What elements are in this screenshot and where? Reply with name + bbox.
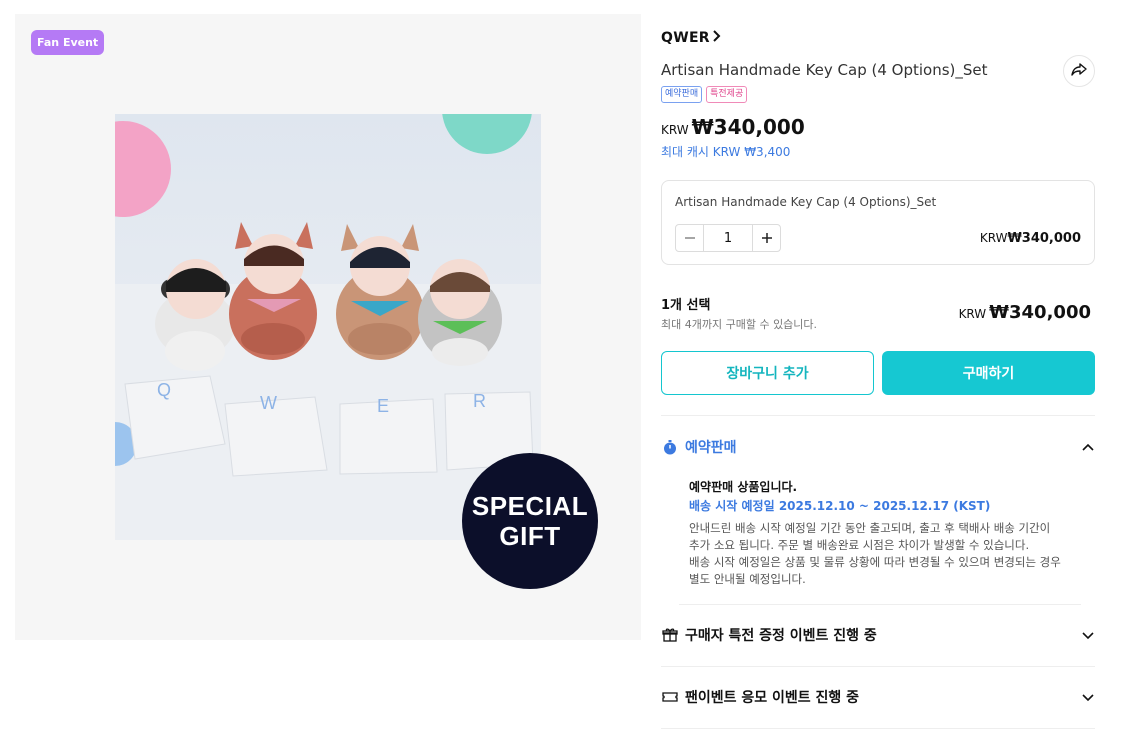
product-title: Artisan Handmade Key Cap (4 Options)_Set bbox=[661, 61, 988, 79]
preorder-desc-line: 배송 시작 예정일은 상품 및 물류 상황에 따라 변경될 수 있으며 변경되는… bbox=[689, 555, 1061, 569]
accordion-preorder-label: 예약판매 bbox=[685, 440, 737, 456]
divider bbox=[661, 728, 1095, 729]
ticket-icon bbox=[661, 688, 679, 706]
preorder-details: 예약판매 상품입니다. 배송 시작 예정일 2025.12.10 ~ 2025.… bbox=[689, 478, 1089, 588]
accordion-preorder-header[interactable]: 예약판매 bbox=[661, 436, 1095, 458]
preorder-ship-date: 배송 시작 예정일 2025.12.10 ~ 2025.12.17 (KST) bbox=[689, 499, 991, 513]
accordion-fan-event-header[interactable]: 팬이벤트 응모 이벤트 진행 중 bbox=[661, 686, 1095, 708]
gift-badge-line1: SPECIAL bbox=[471, 491, 589, 521]
tag-benefit: 특전제공 bbox=[706, 86, 748, 103]
accordion-fan-event-label: 팬이벤트 응모 이벤트 진행 중 bbox=[685, 690, 860, 706]
share-icon bbox=[1071, 61, 1087, 81]
selected-option-box: Artisan Handmade Key Cap (4 Options)_Set… bbox=[661, 180, 1095, 265]
decrease-button[interactable] bbox=[676, 225, 703, 251]
total-amount: ₩340,000 bbox=[989, 302, 1091, 323]
purchase-limit: 최대 4개까지 구매할 수 있습니다. bbox=[661, 318, 818, 331]
quantity-stepper: 1 bbox=[675, 224, 781, 252]
keycap-e-label: E bbox=[377, 396, 389, 416]
minus-icon bbox=[684, 228, 696, 249]
add-to-cart-button[interactable]: 장바구니 추가 bbox=[661, 351, 874, 395]
chevron-right-icon bbox=[712, 30, 721, 46]
tag-preorder: 예약판매 bbox=[661, 86, 703, 103]
preorder-title: 예약판매 상품입니다. bbox=[689, 480, 798, 494]
divider bbox=[679, 604, 1081, 605]
preorder-desc-line: 추가 소요 됩니다. 주문 별 배송완료 시점은 차이가 발생할 수 있습니다. bbox=[689, 538, 1030, 552]
price-amount: ₩340,000 bbox=[691, 115, 805, 139]
figure-tan-cat bbox=[336, 224, 424, 360]
total-price: KRW ₩340,000 bbox=[959, 302, 1091, 323]
accordion-gift-label: 구매자 특전 증정 이벤트 진행 중 bbox=[685, 628, 877, 644]
preorder-desc-line: 별도 안내될 예정입니다. bbox=[689, 572, 806, 586]
plus-icon bbox=[761, 228, 773, 249]
gift-icon bbox=[661, 626, 679, 644]
preorder-desc-line: 안내드린 배송 시작 예정일 기간 동안 출고되며, 출고 후 택배사 배송 기… bbox=[689, 521, 1051, 535]
quantity-value[interactable]: 1 bbox=[703, 225, 753, 251]
product-media: Fan Event Q W E R SPECIAL GIFT bbox=[15, 14, 641, 640]
option-price-amount: ₩340,000 bbox=[1007, 231, 1081, 246]
option-price-currency: KRW bbox=[979, 231, 1008, 245]
keycap-q-label: Q bbox=[157, 380, 171, 400]
product-tags: 예약판매 특전제공 bbox=[661, 86, 748, 103]
price-currency: KRW bbox=[661, 123, 689, 137]
buy-now-button[interactable]: 구매하기 bbox=[882, 351, 1095, 395]
product-price: KRW ₩340,000 bbox=[661, 115, 805, 139]
stopwatch-icon bbox=[661, 438, 679, 456]
gift-badge-line2: GIFT bbox=[499, 521, 561, 551]
divider bbox=[661, 666, 1095, 667]
accordion-gift-header[interactable]: 구매자 특전 증정 이벤트 진행 중 bbox=[661, 624, 1095, 646]
chevron-up-icon bbox=[1081, 439, 1095, 458]
share-button[interactable] bbox=[1063, 55, 1095, 87]
chevron-down-icon bbox=[1081, 689, 1095, 708]
keycap-r-label: R bbox=[473, 391, 486, 411]
selected-count: 1개 선택 bbox=[661, 298, 711, 313]
figure-red-cat bbox=[229, 222, 317, 360]
option-name: Artisan Handmade Key Cap (4 Options)_Set bbox=[675, 195, 937, 209]
special-gift-badge: SPECIAL GIFT bbox=[462, 453, 598, 589]
option-price: KRW₩340,000 bbox=[980, 231, 1081, 246]
preorder-description: 안내드린 배송 시작 예정일 기간 동안 출고되며, 출고 후 택배사 배송 기… bbox=[689, 520, 1089, 588]
total-currency: KRW bbox=[958, 307, 987, 321]
fan-event-badge: Fan Event bbox=[31, 30, 105, 55]
increase-button[interactable] bbox=[753, 225, 780, 251]
chevron-down-icon bbox=[1081, 627, 1095, 646]
divider bbox=[661, 415, 1095, 416]
cash-reward: 최대 캐시 KRW ₩3,400 bbox=[661, 145, 791, 159]
artist-link[interactable]: QWER bbox=[661, 30, 721, 46]
artist-name: QWER bbox=[661, 30, 710, 46]
keycap-w-label: W bbox=[260, 393, 277, 413]
